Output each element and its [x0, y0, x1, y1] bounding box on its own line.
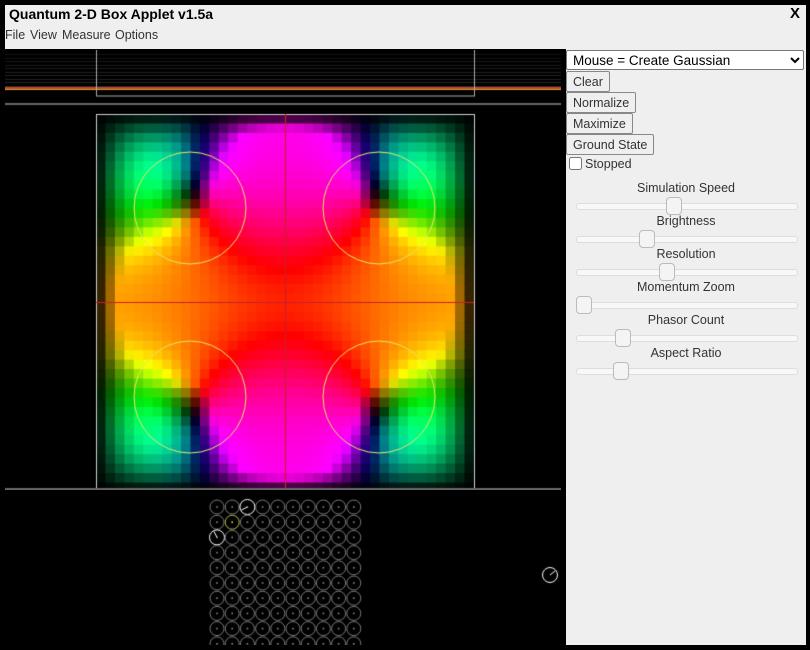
- menu-bar: File View Measure Options: [5, 25, 806, 49]
- stopped-checkbox[interactable]: [569, 157, 582, 170]
- phasor-count-slider-thumb[interactable]: [615, 329, 632, 347]
- applet-window: Quantum 2-D Box Applet v1.5a X File View…: [5, 5, 806, 645]
- aspect-ratio-slider-thumb[interactable]: [613, 362, 629, 380]
- brightness-slider[interactable]: [576, 230, 798, 248]
- simulation-speed-slider-thumb[interactable]: [665, 197, 682, 215]
- aspect-ratio-slider[interactable]: [576, 362, 798, 380]
- normalize-button[interactable]: Normalize: [566, 92, 637, 113]
- menu-measure[interactable]: Measure: [62, 28, 111, 42]
- control-panel: Mouse = Create Gaussian Clear Normalize …: [566, 49, 806, 645]
- energy-spectrum-canvas[interactable]: [5, 50, 561, 106]
- menu-view[interactable]: View: [30, 28, 57, 42]
- ground-state-button[interactable]: Ground State: [566, 134, 655, 155]
- momentum-zoom-slider-thumb[interactable]: [576, 296, 592, 314]
- brightness-label: Brightness: [656, 214, 716, 228]
- close-button[interactable]: X: [790, 5, 800, 22]
- title-bar: Quantum 2-D Box Applet v1.5a X: [5, 5, 806, 25]
- stopped-toggle[interactable]: Stopped: [569, 157, 632, 171]
- menu-file[interactable]: File: [5, 28, 25, 42]
- maximize-button[interactable]: Maximize: [566, 113, 633, 134]
- simulation-speed-label: Simulation Speed: [637, 181, 735, 195]
- phasor-count-label: Phasor Count: [647, 313, 725, 327]
- resolution-slider-thumb[interactable]: [659, 263, 676, 281]
- brightness-slider-thumb[interactable]: [639, 230, 656, 248]
- phasor-count-slider[interactable]: [576, 329, 798, 347]
- window-title: Quantum 2-D Box Applet v1.5a: [9, 6, 214, 22]
- stopped-label: Stopped: [585, 157, 632, 171]
- simulation-speed-slider[interactable]: [576, 197, 798, 215]
- menu-options[interactable]: Options: [115, 28, 158, 42]
- wavefunction-view-canvas[interactable]: [5, 106, 561, 490]
- aspect-ratio-label: Aspect Ratio: [650, 346, 722, 360]
- momentum-zoom-slider[interactable]: [576, 296, 798, 314]
- resolution-label: Resolution: [656, 247, 716, 261]
- clear-button[interactable]: Clear: [566, 71, 610, 92]
- resolution-slider[interactable]: [576, 263, 798, 281]
- momentum-zoom-label: Momentum Zoom: [637, 280, 735, 294]
- mouse-mode-select[interactable]: Mouse = Create Gaussian: [566, 50, 804, 70]
- phasor-grid-canvas[interactable]: [5, 490, 561, 645]
